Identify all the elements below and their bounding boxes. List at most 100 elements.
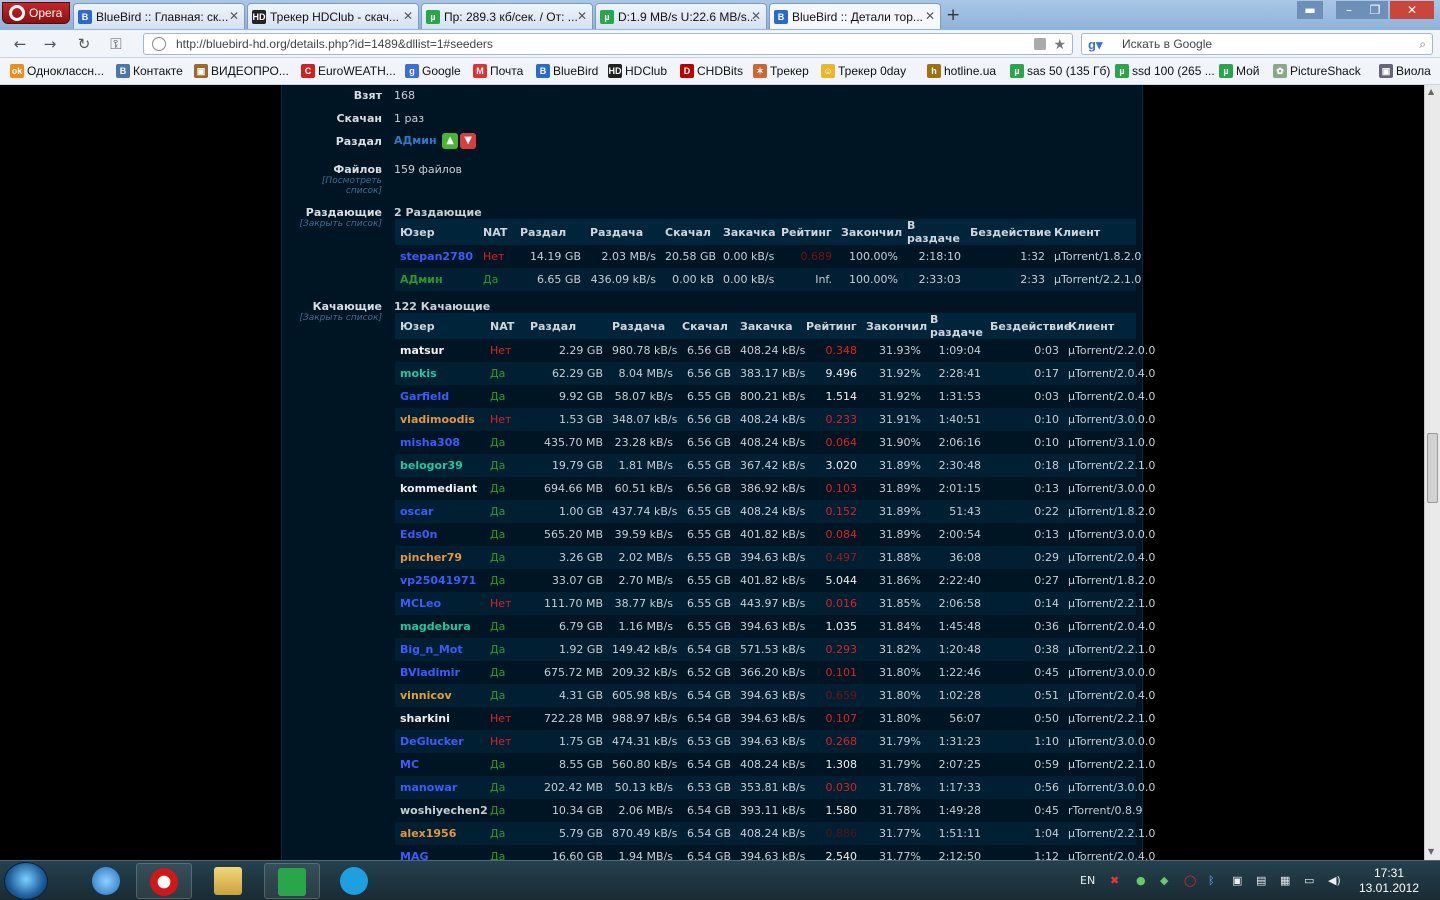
column-header[interactable]: Бездействие: [985, 313, 1071, 339]
start-button[interactable]: [4, 862, 48, 900]
column-header[interactable]: NAT: [485, 313, 525, 339]
opera-menu-button[interactable]: Opera: [2, 2, 70, 24]
column-header[interactable]: Закончил: [861, 313, 927, 339]
column-header[interactable]: Раздал: [525, 313, 607, 339]
user-link[interactable]: DeGlucker: [395, 730, 485, 753]
volume-icon[interactable]: ◀): [1328, 874, 1341, 887]
search-icon[interactable]: ⌕: [1419, 34, 1426, 54]
skype-taskbar-icon[interactable]: [326, 863, 382, 899]
column-header[interactable]: Раздал: [515, 219, 585, 245]
ie-taskbar-icon[interactable]: [78, 863, 134, 899]
user-link[interactable]: magdebura: [395, 615, 485, 638]
close-tab-icon[interactable]: ✕: [229, 9, 239, 23]
reload-button[interactable]: ↻: [74, 34, 94, 54]
opera-taskbar-icon[interactable]: [136, 863, 192, 899]
close-tab-icon[interactable]: ✕: [925, 9, 935, 23]
scroll-down-arrow-icon[interactable]: ▼: [1428, 847, 1434, 856]
bookmark-item[interactable]: M Почта: [473, 64, 523, 78]
user-link[interactable]: woshiyechen2: [395, 799, 488, 822]
user-link[interactable]: pincher79: [395, 546, 485, 569]
bookmark-item[interactable]: µ Мой: [1219, 64, 1260, 78]
seeders-close-list-link[interactable]: [Закрыть список]: [292, 219, 382, 229]
bookmark-item[interactable]: ✶ Трекер: [753, 64, 809, 78]
thumbs-down-icon[interactable]: ▼: [460, 133, 477, 149]
scroll-up-arrow-icon[interactable]: ▲: [1428, 87, 1434, 96]
tab-2[interactable]: HD Трекер HDClub - скач... ✕: [247, 3, 419, 29]
column-header[interactable]: Рейтинг: [776, 219, 836, 245]
user-link[interactable]: vladimoodis: [395, 408, 485, 431]
column-header[interactable]: Раздача: [607, 313, 677, 339]
user-link[interactable]: MCLeo: [395, 592, 485, 615]
bookmark-item[interactable]: µ ssd 100 (265 ...: [1115, 64, 1215, 78]
user-link[interactable]: alex1956: [395, 822, 485, 845]
user-link[interactable]: Big_n_Mot: [395, 638, 485, 661]
bookmark-item[interactable]: C EuroWEATH...: [301, 64, 396, 78]
uploader-link[interactable]: АДмин: [394, 134, 437, 147]
bookmark-star-icon[interactable]: ★: [1053, 34, 1066, 54]
tray-icon-5[interactable]: ▤: [1256, 874, 1266, 887]
search-field[interactable]: g▾ Искать в Google ⌕: [1081, 33, 1433, 55]
bookmark-item[interactable]: В Контакте: [116, 64, 183, 78]
column-header[interactable]: Раздача: [585, 219, 660, 245]
user-link[interactable]: manowar: [395, 776, 485, 799]
user-link[interactable]: kommediant: [395, 477, 485, 500]
wand-icon[interactable]: ⚿: [106, 34, 126, 54]
bookmark-item[interactable]: ✿ PictureShack: [1273, 64, 1361, 78]
bookmark-item[interactable]: ok Одноклассн...: [10, 64, 104, 78]
tray-icon-1[interactable]: ✖: [1110, 874, 1119, 887]
thumbs-up-icon[interactable]: ▲: [442, 133, 459, 149]
tray-icon-4[interactable]: ▣: [1232, 874, 1242, 887]
bookmark-item[interactable]: ☺ Трекер 0day: [821, 64, 906, 78]
user-link[interactable]: belogor39: [395, 454, 485, 477]
user-link[interactable]: stepan2780: [395, 245, 478, 268]
tab-4[interactable]: µ D:1.9 MB/s U:22.6 MB/s... ✕: [595, 3, 767, 29]
system-clock[interactable]: 17:31 13.01.2012: [1354, 866, 1424, 896]
bookmark-item[interactable]: g Google: [405, 64, 461, 78]
network-icon[interactable]: ▭: [1304, 874, 1314, 887]
files-show-list-link[interactable]: [Посмотреть список]: [292, 176, 382, 196]
column-header[interactable]: В раздаче: [925, 313, 985, 339]
explorer-taskbar-icon[interactable]: [200, 863, 256, 899]
bookmark-item[interactable]: h hotline.ua: [927, 64, 996, 78]
column-header[interactable]: Рейтинг: [801, 313, 861, 339]
user-link[interactable]: matsur: [395, 339, 485, 362]
user-link[interactable]: vinnicov: [395, 684, 485, 707]
user-link[interactable]: mokis: [395, 362, 485, 385]
tab-1[interactable]: B BlueBird :: Главная: ск... ✕: [73, 3, 245, 29]
close-tab-icon[interactable]: ✕: [751, 9, 761, 23]
language-indicator[interactable]: EN: [1080, 874, 1095, 887]
address-bar[interactable]: http://bluebird-hd.org/details.php?id=14…: [143, 33, 1073, 55]
tab-3[interactable]: µ Пр: 289.3 кб/сек. / От: ... ✕: [421, 3, 593, 29]
column-header[interactable]: Бездействие: [965, 219, 1051, 245]
bluetooth-icon[interactable]: ᛒ: [1208, 874, 1215, 887]
column-header[interactable]: Клиент: [1063, 313, 1136, 339]
rss-icon[interactable]: [1034, 38, 1046, 50]
close-window-button[interactable]: ✕: [1390, 1, 1434, 19]
column-header[interactable]: NAT: [478, 219, 515, 245]
bookmark-item[interactable]: HD HDClub: [608, 64, 667, 78]
maximize-button[interactable]: ❐: [1362, 1, 1388, 19]
close-tab-icon[interactable]: ✕: [403, 9, 413, 23]
tray-icon-2[interactable]: ●: [1136, 874, 1146, 887]
utorrent-taskbar-icon[interactable]: [264, 863, 320, 899]
bookmark-item[interactable]: D CHDBits: [680, 64, 743, 78]
user-link[interactable]: misha308: [395, 431, 485, 454]
column-header[interactable]: В раздаче: [902, 219, 965, 245]
user-link[interactable]: oscar: [395, 500, 485, 523]
column-header[interactable]: Клиент: [1049, 219, 1136, 245]
scrollbar-thumb[interactable]: [1427, 433, 1438, 503]
column-header[interactable]: Юзер: [395, 313, 485, 339]
new-tab-button[interactable]: +: [946, 5, 960, 25]
tab-5[interactable]: B BlueBird :: Детали тор... ✕: [769, 3, 941, 29]
user-link[interactable]: АДмин: [395, 268, 478, 291]
tray-icon-3[interactable]: ◆: [1160, 874, 1168, 887]
user-link[interactable]: Eds0n: [395, 523, 485, 546]
user-link[interactable]: sharkini: [395, 707, 485, 730]
vertical-scrollbar[interactable]: ▲ ▼: [1424, 85, 1440, 860]
bookmark-item[interactable]: B BlueBird: [536, 64, 598, 78]
leechers-close-list-link[interactable]: [Закрыть список]: [292, 313, 382, 323]
column-header[interactable]: Закачка: [735, 313, 801, 339]
minimize-button[interactable]: –: [1336, 1, 1362, 19]
forward-button[interactable]: →: [40, 34, 60, 54]
tray-icon-6[interactable]: ▦: [1280, 874, 1290, 887]
